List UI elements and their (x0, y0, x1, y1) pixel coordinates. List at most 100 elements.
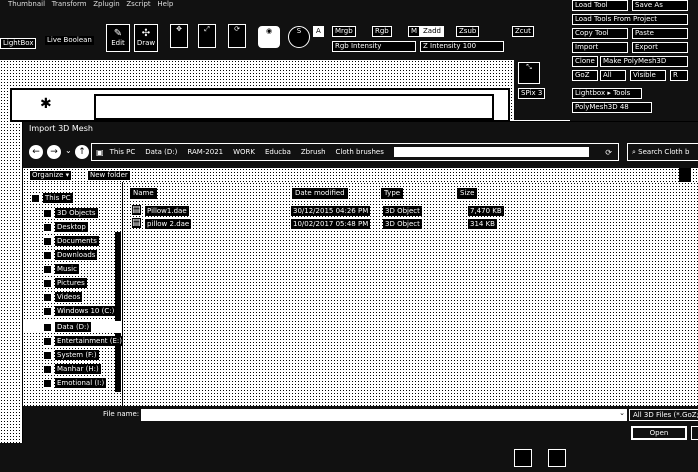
organize-button[interactable]: Organize ▾ (29, 170, 73, 181)
clone-button[interactable]: Clone (572, 56, 598, 67)
ghost-button[interactable] (548, 449, 566, 467)
menu-labels: Thumbnail Transform Zplugin Zscript Help (8, 0, 173, 8)
rgb-intensity-slider[interactable]: Rgb Intensity (332, 41, 416, 52)
bpr-button[interactable]: ⤡ (518, 62, 540, 84)
lightbox-button[interactable]: LightBox (0, 38, 37, 49)
drive-icon (43, 350, 52, 360)
load-tool-button[interactable]: Load Tool (572, 0, 628, 11)
crumb-work[interactable]: WORK (233, 148, 255, 156)
arrow-diagonal-icon: ⤡ (526, 63, 532, 71)
menu-zscript[interactable]: Zscript (126, 0, 150, 8)
z-intensity-slider[interactable]: Z Intensity 100 (420, 41, 504, 52)
up-button[interactable]: ↑ (75, 145, 89, 159)
save-as-button[interactable]: Save As (632, 0, 688, 11)
file-date: 30/12/2015 04:26 PM (291, 206, 371, 216)
zcut-button[interactable]: Zcut (512, 26, 534, 37)
search-box[interactable]: ⌕ Search Cloth b (627, 143, 698, 161)
a-button[interactable]: A (313, 26, 324, 37)
file-name[interactable]: pillow 2.dae (145, 219, 192, 229)
file-name[interactable]: Pillow1.dae (145, 206, 189, 216)
lightbox-tools-button[interactable]: Lightbox ▸ Tools (572, 88, 642, 99)
mrgb-button[interactable]: Mrgb (332, 26, 356, 37)
draw-button[interactable]: ✣ Draw (134, 24, 158, 52)
rgb-button[interactable]: Rgb (372, 26, 392, 37)
menu-help[interactable]: Help (157, 0, 173, 8)
address-bar[interactable]: ▣ This PC Data (D:) RAM-2021 WORK Educba… (91, 143, 619, 161)
refresh-icon[interactable]: ⟳ (605, 148, 612, 157)
move-tool-button[interactable]: ✥ (170, 24, 188, 48)
load-from-project-button[interactable]: Load Tools From Project (572, 14, 688, 25)
drive-icon (43, 306, 52, 316)
paste-tool-button[interactable]: Paste (632, 28, 688, 39)
file-size: 314 KB (468, 219, 497, 229)
crumb-this-pc[interactable]: This PC (110, 148, 136, 156)
zsub-button[interactable]: Zsub (456, 26, 480, 37)
make-polymesh-button[interactable]: Make PolyMesh3D (600, 56, 688, 67)
drive-icon (43, 364, 52, 374)
crumb-data[interactable]: Data (D:) (145, 148, 177, 156)
crumb-ram[interactable]: RAM-2021 (187, 148, 223, 156)
right-shelf: ⤡ SPix 3 (514, 60, 570, 120)
drive-icon (43, 336, 52, 346)
all-button[interactable]: All (600, 70, 626, 81)
nav-item-label: Desktop (55, 222, 88, 232)
edit-button[interactable]: ✎ Edit (106, 24, 130, 52)
column-type[interactable]: Type (381, 188, 404, 199)
address-fill (393, 147, 590, 157)
open-button[interactable]: Open (631, 426, 687, 440)
transp-button[interactable] (514, 449, 532, 467)
import-button[interactable]: Import (572, 42, 628, 53)
live-boolean-button[interactable]: Live Boolean (45, 36, 94, 45)
nav-item-label: This PC (43, 193, 73, 203)
draw-label: Draw (136, 39, 156, 47)
view-options-icon[interactable] (679, 168, 691, 182)
menu-transform[interactable]: Transform (52, 0, 87, 8)
export-button[interactable]: Export (632, 42, 688, 53)
column-date-modified[interactable]: Date modified (292, 188, 348, 199)
texture-swatch[interactable]: S (288, 26, 310, 48)
nav-item-label: Manhar (H:) (55, 364, 101, 374)
new-folder-button[interactable]: New folder (87, 170, 131, 181)
copy-tool-button[interactable]: Copy Tool (572, 28, 628, 39)
nav-item-label: System (F:) (55, 350, 99, 360)
nav-item[interactable]: Data (D:) (23, 321, 121, 333)
edit-label: Edit (111, 39, 125, 47)
rotate-tool-button[interactable]: ⟳ (228, 24, 246, 48)
zadd-button[interactable]: Zadd (420, 26, 444, 37)
forward-button[interactable]: → (47, 145, 61, 159)
move-icon: ✥ (176, 25, 182, 33)
command-bar: Organize ▾ New folder (23, 168, 698, 182)
crumb-zbrush[interactable]: Zbrush (301, 148, 326, 156)
material-swatch[interactable]: ◉ (258, 26, 280, 48)
m-button[interactable]: M (408, 26, 421, 37)
nav-item[interactable]: This PC (31, 192, 125, 204)
dialog-footer: File name: ⌄ All 3D Files (*.GoZ;* Open (23, 406, 698, 444)
scale-tool-button[interactable]: ⤢ (198, 24, 216, 48)
crumb-cloth-brushes[interactable]: Cloth brushes (336, 148, 384, 156)
spix-label: SPix 3 (518, 88, 546, 99)
canvas-area[interactable]: ✱ (10, 88, 510, 122)
recent-dropdown[interactable]: ⌄ (65, 146, 72, 155)
back-button[interactable]: ← (29, 145, 43, 159)
menu-zplugin[interactable]: Zplugin (93, 0, 119, 8)
menu-thumbnail[interactable]: Thumbnail (8, 0, 45, 8)
nav-item-label: Entertainment (E:) (55, 336, 124, 346)
column-size[interactable]: Size (457, 188, 478, 199)
crumb-educba[interactable]: Educba (265, 148, 291, 156)
file-name-dropdown[interactable]: ⌄ (617, 409, 627, 421)
nav-item-label: Music (55, 264, 79, 274)
cube-icon (43, 208, 52, 218)
cancel-button[interactable] (691, 426, 698, 440)
goz-button[interactable]: GoZ (572, 70, 598, 81)
file-name-input[interactable] (141, 409, 625, 421)
nav-item-label: Documents (55, 236, 99, 246)
visible-button[interactable]: Visible (630, 70, 666, 81)
file-date: 10/02/2017 05:48 PM (291, 219, 371, 229)
column-name[interactable]: Name (130, 188, 157, 199)
r-button[interactable]: R (670, 70, 688, 81)
videos-icon (43, 292, 52, 302)
pictures-icon (43, 278, 52, 288)
file-icon: ▤ (132, 218, 141, 228)
documents-icon (43, 236, 52, 246)
file-type-filter[interactable]: All 3D Files (*.GoZ;* (629, 409, 698, 421)
